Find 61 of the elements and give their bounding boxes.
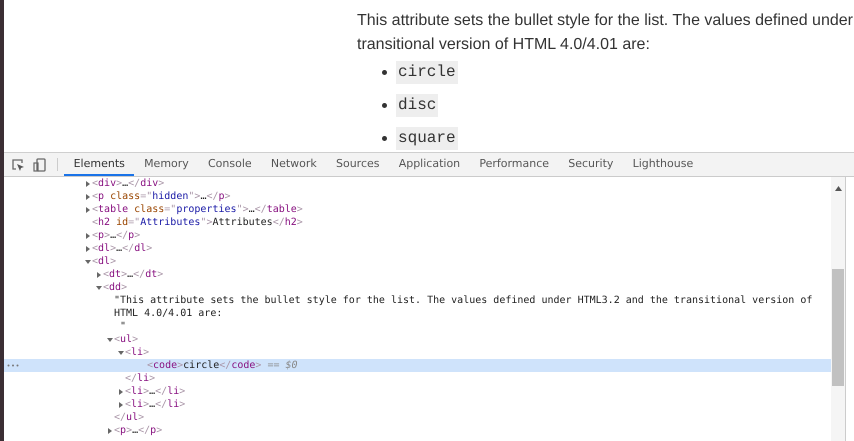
scrollbar-thumb[interactable] <box>832 269 844 386</box>
dom-node-row[interactable]: <ul> <box>4 333 831 346</box>
dom-node-text: <li> <box>125 346 150 359</box>
dom-node-text: <p>…</p> <box>114 424 162 437</box>
code-value: disc <box>396 94 438 117</box>
devtools-tab[interactable]: Lighthouse <box>623 153 703 176</box>
dom-node-text: <table class="properties">…</table> <box>92 203 303 216</box>
devtools-tab[interactable]: Performance <box>470 153 559 176</box>
collapsed-triangle-icon[interactable] <box>95 270 103 278</box>
closing-tag: </li> <box>125 372 156 385</box>
dom-node-text: <dl>…</dl> <box>92 242 152 255</box>
dom-node-row[interactable]: <div>…</div> <box>4 177 831 190</box>
code-value: circle <box>396 61 458 84</box>
dom-node-text: <li>…</li> <box>125 385 186 398</box>
collapsed-triangle-icon[interactable] <box>106 426 114 434</box>
more-icon[interactable] <box>7 364 19 367</box>
dom-node-text: <code>circle</code> <box>147 359 262 372</box>
console-reference: == $0 <box>267 359 298 372</box>
bullet-icon <box>382 103 387 108</box>
dom-node-row[interactable]: <li>…</li> <box>4 385 831 398</box>
dom-node-row[interactable]: <li>…</li> <box>4 398 831 411</box>
dom-node-row[interactable]: <p>…</p> <box>4 424 831 437</box>
dom-node-text: <ul> <box>114 333 138 346</box>
dom-node-row[interactable]: <dl> <box>4 255 831 268</box>
text-content: "This attribute sets the bullet style for the list. The values defined under HTML3.2 and the transitional version of <box>114 294 812 307</box>
dom-node-row[interactable]: <dt>…</dt> <box>4 268 831 281</box>
dom-node-row[interactable]: <li> <box>4 346 831 359</box>
code-value: square <box>396 127 458 150</box>
devtools-tab[interactable]: Network <box>261 153 326 176</box>
scroll-up-icon[interactable] <box>834 186 842 191</box>
bullet-icon <box>382 136 387 141</box>
dom-node-row[interactable]: <dd> <box>4 281 831 294</box>
bullet-icon <box>382 70 387 75</box>
dom-node-text: <li>…</li> <box>125 398 186 411</box>
dom-node-row[interactable]: <p class="hidden">…</p> <box>4 190 831 203</box>
expanded-triangle-icon[interactable] <box>95 284 103 292</box>
devtools-tab[interactable]: Security <box>558 153 624 176</box>
dom-node-row[interactable]: <code>circle</code> == $0 <box>4 359 831 372</box>
paragraph-line: transitional version of HTML 4.0/4.01 are: <box>357 35 651 55</box>
closing-tag: </ul> <box>114 411 144 424</box>
dom-node-text: <h2 id="Attributes">Attributes</h2> <box>92 216 303 229</box>
paragraph-line: This attribute sets the bullet style for the list. The values defined under <box>357 11 854 31</box>
dom-node-row[interactable]: <dl>…</dl> <box>4 242 831 255</box>
dom-node-text: <p>…</p> <box>92 229 140 242</box>
devtools-tab[interactable]: Memory <box>134 153 198 176</box>
dom-node-text: <dd> <box>103 281 128 294</box>
devtools-tab[interactable]: Console <box>198 153 262 176</box>
scrollbar[interactable] <box>831 177 845 441</box>
text-content: " <box>119 320 126 333</box>
dom-node-row[interactable]: <table class="properties">…</table> <box>4 203 831 216</box>
devtools-tab[interactable]: Sources <box>326 153 390 176</box>
devtools-tab[interactable]: Application <box>389 153 470 176</box>
dom-node-text: <p class="hidden">…</p> <box>92 190 231 203</box>
dom-node-row[interactable]: <p>…</p> <box>4 229 831 242</box>
dom-node-text: <dl> <box>92 255 116 268</box>
expanded-triangle-icon[interactable] <box>84 258 92 266</box>
dom-node-text: <div>…</div> <box>92 177 164 190</box>
dom-node-text: <dt>…</dt> <box>103 268 164 281</box>
text-content: HTML 4.0/4.01 are: <box>114 307 222 320</box>
devtools-tab[interactable]: Elements <box>64 153 134 176</box>
dom-node-row[interactable]: <h2 id="Attributes">Attributes</h2> <box>4 216 831 229</box>
